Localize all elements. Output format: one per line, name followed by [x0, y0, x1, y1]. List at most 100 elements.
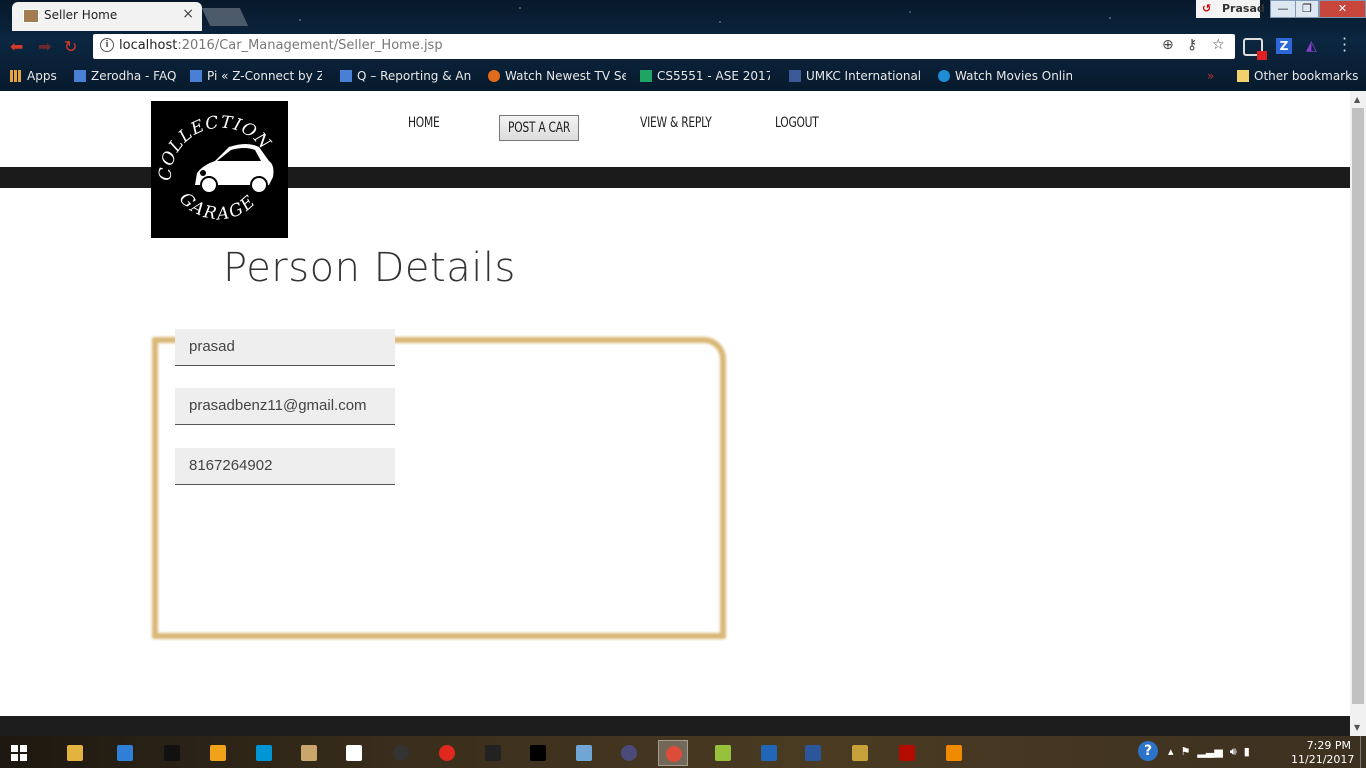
- decorative-frame: [152, 337, 742, 649]
- bookmarks-overflow-icon[interactable]: »: [1207, 69, 1214, 83]
- taskbar-app-virtualbox[interactable]: [569, 740, 599, 766]
- reload-icon[interactable]: ↻: [64, 37, 77, 56]
- sheet-icon: [640, 70, 652, 82]
- nav-logout[interactable]: LOGOUT: [775, 115, 819, 131]
- site-logo[interactable]: COLLECTION GARAGE: [151, 101, 288, 238]
- tab-close-icon[interactable]: ×: [182, 6, 194, 22]
- site-info-icon[interactable]: i: [100, 38, 114, 52]
- taskbar-app-intellij[interactable]: [523, 740, 553, 766]
- bookmark-watch-tv[interactable]: Watch Newest TV Se: [488, 69, 626, 83]
- bookmark-cs5551[interactable]: CS5551 - ASE 2017: [640, 69, 770, 83]
- taskbar-app-internet-explorer[interactable]: [110, 740, 140, 766]
- profile-button[interactable]: ↺ Prasad: [1196, 0, 1265, 18]
- taskbar-app-acrobat[interactable]: [892, 740, 922, 766]
- flag-icon[interactable]: ⚑: [1181, 745, 1191, 758]
- logo-bottom-text: GARAGE: [175, 189, 259, 225]
- taskbar-app-webstorm[interactable]: [478, 740, 508, 766]
- bookmark-umkc[interactable]: UMKC International: [789, 69, 921, 83]
- bookmark-watch-movies[interactable]: Watch Movies Onlin: [938, 69, 1072, 83]
- browser-tab-active[interactable]: Seller Home ×: [12, 2, 202, 31]
- nav-post-a-car-button[interactable]: POST A CAR: [499, 115, 579, 141]
- bookmarks-bar: Apps Zerodha - FAQ Pi « Z-Connect by Ze …: [0, 62, 1366, 90]
- zoom-icon[interactable]: ⊕: [1162, 37, 1174, 53]
- taskbar-app-eclipse[interactable]: [614, 740, 644, 766]
- window-close-button[interactable]: ✕: [1319, 0, 1366, 18]
- file-explorer-icon: [67, 745, 83, 761]
- other-bookmarks-label: Other bookmarks: [1254, 69, 1359, 83]
- doc-icon: [190, 70, 202, 82]
- bookmark-zerodha[interactable]: Zerodha - FAQ: [74, 69, 180, 83]
- network-icon[interactable]: ▂▃▅: [1197, 745, 1222, 758]
- scrollbar-thumb[interactable]: [1352, 108, 1364, 704]
- taskbar-clock[interactable]: 7:29 PM 11/21/2017: [1291, 739, 1355, 767]
- kebab-menu-icon[interactable]: · · ·: [1342, 31, 1347, 59]
- bookmark-label: Pi « Z-Connect by Ze: [207, 69, 322, 83]
- apps-grid-icon: [10, 70, 22, 82]
- bookmark-apps[interactable]: Apps: [10, 69, 70, 83]
- taskbar-app-media[interactable]: [157, 740, 187, 766]
- nav-view-reply[interactable]: VIEW & REPLY: [640, 115, 712, 131]
- address-bar[interactable]: i localhost:2016/Car_Management/Seller_H…: [93, 34, 1235, 59]
- webstorm-icon: [485, 745, 501, 761]
- taskbar-app-chrome[interactable]: [658, 740, 688, 766]
- nav-home[interactable]: HOME: [408, 115, 440, 131]
- profile-name: Prasad: [1222, 2, 1265, 15]
- taskbar-app-opera[interactable]: [432, 740, 462, 766]
- scroll-up-icon[interactable]: ▲: [1354, 95, 1360, 104]
- taskbar-app-word[interactable]: [798, 740, 828, 766]
- word-icon: [805, 745, 821, 761]
- triangle-extension-icon[interactable]: ◭: [1306, 38, 1317, 54]
- puzzle-icon: [488, 70, 500, 82]
- volume-icon[interactable]: 🔊︎: [1230, 745, 1237, 758]
- taskbar-app-file-explorer[interactable]: [60, 740, 90, 766]
- windows-start-icon[interactable]: [11, 745, 27, 761]
- minimize-button[interactable]: —: [1270, 0, 1296, 18]
- virtualbox-icon: [576, 745, 592, 761]
- bookmark-label: Watch Movies Onlin: [955, 69, 1072, 83]
- taskbar-app-r[interactable]: [754, 740, 784, 766]
- android-icon: [715, 745, 731, 761]
- page-scrollbar[interactable]: ▲ ▼: [1350, 91, 1366, 736]
- bookmark-zconnect[interactable]: Pi « Z-Connect by Ze: [190, 69, 322, 83]
- app-icon: [346, 745, 362, 761]
- other-bookmarks[interactable]: Other bookmarks: [1237, 69, 1358, 83]
- vlc-icon: [946, 745, 962, 761]
- taskbar-app-player[interactable]: [203, 740, 233, 766]
- extension-icon[interactable]: [1243, 38, 1267, 60]
- opera-icon: [439, 745, 455, 761]
- name-field[interactable]: prasad: [175, 329, 395, 366]
- folder-icon: [1237, 70, 1249, 82]
- key-icon[interactable]: ⚷: [1187, 37, 1197, 53]
- bookmark-reporting[interactable]: Q – Reporting & An: [340, 69, 472, 83]
- paint-icon: [852, 745, 868, 761]
- url-text[interactable]: localhost:2016/Car_Management/Seller_Hom…: [119, 38, 443, 53]
- taskbar-app-paint[interactable]: [845, 740, 875, 766]
- frame-border: [152, 337, 726, 639]
- battery-icon[interactable]: ▮: [1244, 745, 1250, 758]
- clock-date: 11/21/2017: [1291, 753, 1355, 766]
- forward-arrow-icon[interactable]: ➡: [38, 37, 51, 56]
- taskbar-app-hp[interactable]: [249, 740, 279, 766]
- z-extension-icon[interactable]: Z: [1276, 38, 1292, 54]
- email-field[interactable]: prasadbenz11@gmail.com: [175, 388, 395, 425]
- media-icon: [164, 745, 180, 761]
- taskbar-app-app[interactable]: [339, 740, 369, 766]
- svg-text:GARAGE: GARAGE: [175, 189, 261, 225]
- r-icon: [761, 745, 777, 761]
- tab-title: Seller Home: [44, 8, 118, 22]
- phone-field[interactable]: 8167264902: [175, 448, 395, 485]
- restore-button[interactable]: ❐: [1295, 0, 1319, 18]
- back-arrow-icon[interactable]: ⬅: [10, 37, 23, 56]
- show-desktop-button[interactable]: [1360, 736, 1366, 768]
- help-icon[interactable]: ?: [1138, 741, 1158, 761]
- taskbar-app-word-doc[interactable]: [294, 740, 324, 766]
- facebook-icon: [789, 70, 801, 82]
- tray-chevron-icon[interactable]: ▴: [1168, 745, 1174, 758]
- bookmark-label: Apps: [27, 69, 57, 83]
- taskbar-app-vlc[interactable]: [939, 740, 969, 766]
- taskbar-app-app-round[interactable]: [386, 740, 416, 766]
- bookmark-star-icon[interactable]: ☆: [1212, 37, 1225, 53]
- taskbar-app-android[interactable]: [708, 740, 738, 766]
- new-tab-button[interactable]: [201, 8, 249, 26]
- scroll-down-icon[interactable]: ▼: [1354, 723, 1360, 732]
